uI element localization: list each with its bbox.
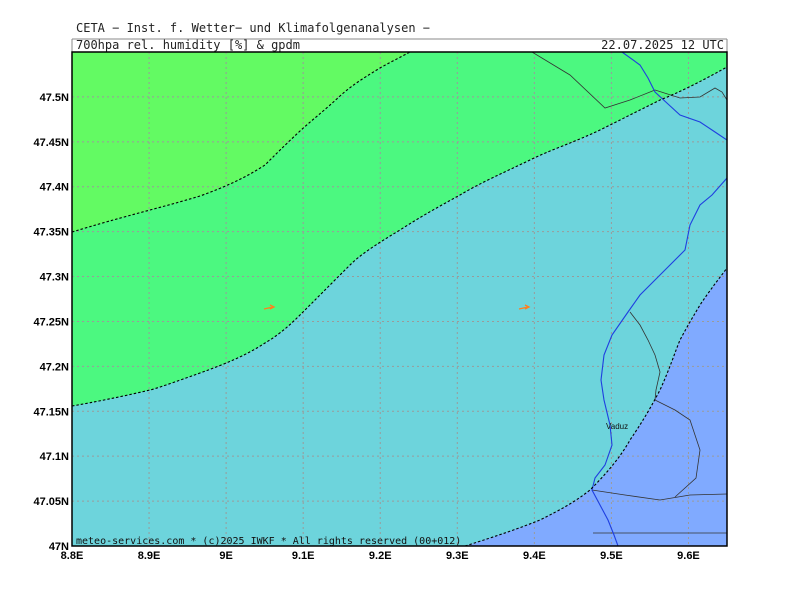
lat-tick-label: 47.1N	[40, 451, 69, 463]
lat-tick-label: 47.35N	[34, 227, 70, 239]
plot-area: Vaduz meteo-services.com * (c)2025 IWKF …	[72, 52, 727, 546]
latitude-labels: 47N47.05N47.1N47.15N47.2N47.25N47.3N47.3…	[34, 92, 70, 553]
lon-tick-label: 9.6E	[677, 550, 700, 562]
lon-tick-label: 8.9E	[138, 550, 161, 562]
lon-tick-label: 9E	[219, 550, 232, 562]
institute-title: CETA − Inst. f. Wetter− und Klimafolgena…	[76, 21, 430, 35]
lat-tick-label: 47.5N	[40, 92, 69, 104]
parameter-label: 700hpa_rel._humidity_[%]_&_gpdm	[76, 38, 300, 52]
lat-tick-label: 47.4N	[40, 182, 69, 194]
lat-tick-label: 47.3N	[40, 272, 69, 284]
lat-tick-label: 47.25N	[34, 316, 70, 328]
longitude-labels: 8.8E 8.9E 9E 9.1E 9.2E 9.3E 9.4E 9.5E 9.6E	[61, 550, 700, 562]
lat-tick-label: 47.45N	[34, 137, 70, 149]
place-label-vaduz: Vaduz	[606, 422, 628, 431]
lon-tick-label: 9.3E	[446, 550, 469, 562]
lat-tick-label: 47.15N	[34, 406, 70, 418]
datetime-label: 22.07.2025 12 UTC	[601, 38, 724, 52]
lon-tick-label: 9.2E	[369, 550, 392, 562]
lon-tick-label: 9.1E	[292, 550, 315, 562]
lat-tick-label: 47.05N	[34, 496, 70, 508]
lon-tick-label: 9.5E	[600, 550, 623, 562]
lon-tick-label: 8.8E	[61, 550, 84, 562]
lat-tick-label: 47.2N	[40, 361, 69, 373]
weather-map: CETA − Inst. f. Wetter− und Klimafolgena…	[34, 21, 728, 562]
lon-tick-label: 9.4E	[523, 550, 546, 562]
